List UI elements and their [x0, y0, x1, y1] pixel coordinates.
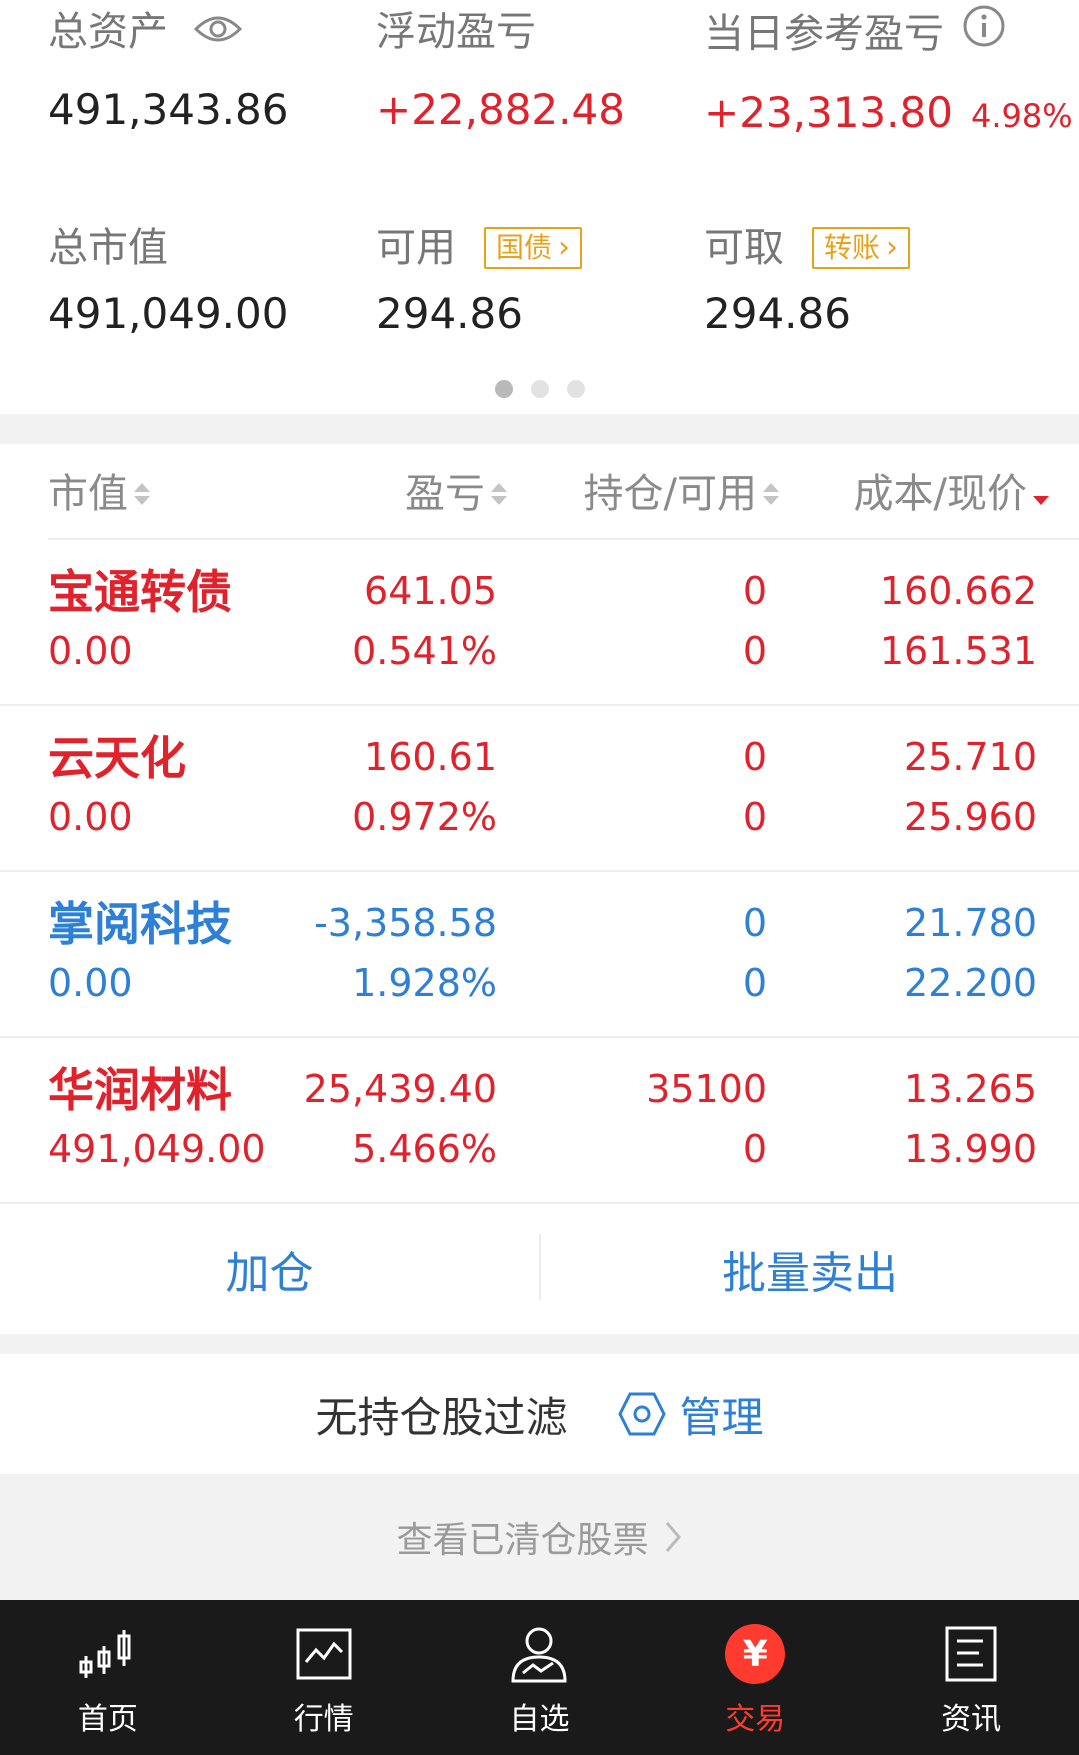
available-value: 294.86 — [376, 289, 523, 338]
available-cell: 可用 国债 › 294.86 — [376, 220, 583, 342]
floating-pl-value: +22,882.48 — [376, 85, 625, 134]
sort-icon — [491, 483, 507, 505]
available-label: 可用 — [376, 225, 456, 271]
position-actions: 加仓 批量卖出 — [0, 1204, 1079, 1334]
stock-pl: 25,439.40 — [303, 1067, 497, 1111]
stock-cost: 21.780 — [904, 901, 1037, 945]
total-assets-cell: 总资产 491,343.86 — [48, 4, 288, 138]
page-indicator — [0, 380, 1079, 398]
stock-price: 25.960 — [904, 795, 1037, 839]
eye-icon[interactable] — [193, 4, 243, 60]
stock-cost: 160.662 — [879, 569, 1037, 613]
table-row[interactable]: 宝通转债 0.00 641.05 0.541% 0 0 160.662 161.… — [0, 540, 1079, 706]
withdrawable-value: 294.86 — [704, 289, 851, 338]
daily-pl-pct: 4.98% — [970, 97, 1073, 135]
total-assets-label: 总资产 — [48, 9, 168, 55]
transfer-tag[interactable]: 转账 › — [812, 227, 911, 269]
stock-market-value: 0.00 — [48, 795, 133, 839]
table-row[interactable]: 掌阅科技 0.00 -3,358.58 1.928% 0 0 21.780 22… — [0, 872, 1079, 1038]
add-position-button[interactable]: 加仓 — [0, 1204, 539, 1334]
chevron-right-icon: › — [886, 230, 899, 265]
nav-news[interactable]: 资讯 — [863, 1600, 1079, 1755]
no-position-filter: 无持仓股过滤 管理 — [0, 1354, 1079, 1474]
bottom-nav: 首页 行情 自选 ¥ 交易 资讯 — [0, 1600, 1079, 1755]
stock-available: 0 — [742, 629, 767, 673]
market-value-cell: 总市值 491,049.00 — [48, 220, 288, 342]
total-assets-value: 491,343.86 — [48, 85, 289, 134]
stock-cost: 25.710 — [904, 735, 1037, 779]
daily-pl-label: 当日参考盈亏 — [704, 10, 944, 57]
sort-icon — [134, 483, 150, 505]
settings-hex-icon — [617, 1392, 666, 1436]
sort-market-value[interactable]: 市值 — [48, 466, 150, 522]
stock-pl: 641.05 — [364, 569, 497, 613]
page-dot[interactable] — [530, 380, 549, 398]
stock-pl: -3,358.58 — [314, 901, 497, 945]
treasury-bond-tag[interactable]: 国债 › — [484, 227, 583, 269]
yen-icon: ¥ — [725, 1624, 786, 1684]
stock-position: 0 — [742, 735, 767, 779]
stock-pl-pct: 0.541% — [352, 629, 497, 673]
floating-pl-cell: 浮动盈亏 +22,882.48 — [376, 4, 625, 138]
nav-home[interactable]: 首页 — [0, 1600, 216, 1755]
table-row[interactable]: 云天化 0.00 160.61 0.972% 0 0 25.710 25.960 — [0, 706, 1079, 872]
stock-market-value: 491,049.00 — [48, 1127, 266, 1171]
stock-available: 0 — [742, 961, 767, 1005]
chart-icon — [292, 1622, 356, 1686]
stock-available: 0 — [742, 795, 767, 839]
withdrawable-label: 可取 — [704, 225, 784, 271]
cleared-label: 查看已清仓股票 — [396, 1520, 649, 1561]
stock-available: 0 — [742, 1127, 767, 1171]
withdrawable-cell: 可取 转账 › 294.86 — [704, 220, 911, 342]
stock-name: 华润材料 — [48, 1063, 232, 1117]
nav-trade[interactable]: ¥ 交易 — [647, 1600, 863, 1755]
stock-price: 161.531 — [879, 629, 1037, 673]
info-icon[interactable] — [962, 4, 1006, 63]
stock-name: 掌阅科技 — [48, 897, 232, 951]
manage-button[interactable]: 管理 — [617, 1384, 764, 1445]
positions-table-header: 市值 盈亏 持仓/可用 成本/现价 — [0, 444, 1079, 540]
stock-position: 0 — [742, 569, 767, 613]
stock-price: 13.990 — [904, 1127, 1037, 1171]
stock-pl-pct: 0.972% — [352, 795, 497, 839]
table-row[interactable]: 华润材料 491,049.00 25,439.40 5.466% 35100 0… — [0, 1038, 1079, 1204]
stock-name: 宝通转债 — [48, 565, 232, 619]
user-chart-icon — [507, 1622, 571, 1686]
stock-market-value: 0.00 — [48, 961, 133, 1005]
view-cleared-stocks[interactable]: 查看已清仓股票 — [0, 1474, 1079, 1600]
daily-pl-value: +23,313.80 — [704, 88, 953, 137]
sort-position[interactable]: 持仓/可用 — [584, 466, 779, 522]
sort-profit-loss[interactable]: 盈亏 — [405, 466, 507, 522]
section-divider — [0, 414, 1079, 444]
batch-sell-button[interactable]: 批量卖出 — [541, 1204, 1079, 1334]
page-dot[interactable] — [566, 380, 585, 398]
stock-price: 22.200 — [904, 961, 1037, 1005]
floating-pl-label: 浮动盈亏 — [376, 9, 536, 55]
asset-summary: 总资产 491,343.86 浮动盈亏 +22,882.48 当日参考盈亏 +2… — [0, 0, 1079, 414]
stock-cost: 13.265 — [904, 1067, 1037, 1111]
stock-position: 0 — [742, 901, 767, 945]
chevron-right-icon: › — [558, 230, 571, 265]
filter-label: 无持仓股过滤 — [315, 1392, 568, 1442]
sort-cost-price[interactable]: 成本/现价 — [854, 466, 1049, 522]
chevron-right-icon — [665, 1522, 681, 1552]
market-value-value: 491,049.00 — [48, 289, 289, 338]
section-divider — [0, 1334, 1079, 1354]
stock-market-value: 0.00 — [48, 629, 133, 673]
stock-pl-pct: 5.466% — [352, 1127, 497, 1171]
page-dot[interactable] — [494, 380, 513, 398]
stock-pl: 160.61 — [364, 735, 497, 779]
daily-pl-cell: 当日参考盈亏 +23,313.80 4.98% — [704, 4, 1073, 144]
nav-market[interactable]: 行情 — [216, 1600, 432, 1755]
stock-pl-pct: 1.928% — [352, 961, 497, 1005]
sort-icon — [763, 483, 779, 505]
stock-position: 35100 — [646, 1067, 767, 1111]
candlestick-icon — [76, 1622, 140, 1686]
news-icon — [939, 1622, 1003, 1686]
stock-name: 云天化 — [48, 731, 186, 785]
nav-watchlist[interactable]: 自选 — [432, 1600, 648, 1755]
sort-desc-icon — [1033, 483, 1049, 505]
market-value-label: 总市值 — [48, 225, 168, 271]
